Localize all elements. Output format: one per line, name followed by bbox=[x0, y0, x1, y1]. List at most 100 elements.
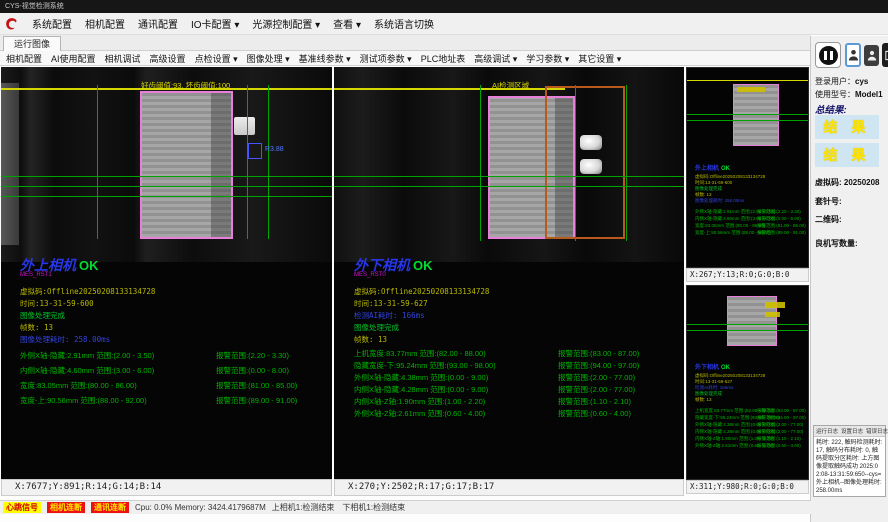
right-camera-image[interactable]: AI检测区域 bbox=[334, 67, 684, 262]
model-label: 使用型号： bbox=[815, 90, 855, 99]
app-logo-icon bbox=[4, 16, 19, 31]
window-titlebar: CYS-视觉检测系统 bbox=[0, 0, 888, 13]
alarm-range: 报警范围:(0.00 - 8.00) bbox=[216, 365, 289, 376]
toolbar-item[interactable]: 相机调试 bbox=[105, 52, 141, 65]
menu-item[interactable]: 查看 ▾ bbox=[333, 16, 361, 31]
log-tab[interactable]: 错误日志 bbox=[866, 427, 888, 435]
left-camera-view[interactable]: 好齿阈值:93, 坏齿阈值:100 R3.88 外上相机OK MES_RST1 … bbox=[1, 67, 332, 479]
log-text[interactable]: 耗时: 222, 触码检测耗时: 17, 触码分布耗时: 0, 触码提取分区耗时… bbox=[814, 437, 885, 497]
alarm-range: 报警范围:(89.00 - 91.00) bbox=[757, 230, 806, 236]
preview-top-camera[interactable]: 外上相机OK 虚拟码:Offline20250208133134728 时间:1… bbox=[686, 67, 809, 268]
left-measurement-row: 外侧X轴-隐藏:2.91mm 范围:(2.00 - 3.50) 报警范围:(2.… bbox=[20, 350, 320, 365]
preview1-camera-name: 外上相机 bbox=[695, 166, 719, 172]
toolbar-item[interactable]: PLC地址表 bbox=[421, 52, 466, 65]
menu-items: 系统配置相机配置通讯配置 IO卡配置 ▾ 光源控制配置 ▾ 查看 ▾ 系统语言切换 bbox=[32, 16, 434, 31]
needle-label: 套针号: bbox=[815, 197, 842, 206]
preview2-overlay-text-tag-2 bbox=[765, 312, 780, 317]
preview-bottom-camera[interactable]: 外下相机OK 虚拟码:Offline20250208133134728 时间:1… bbox=[686, 285, 809, 480]
alarm-range: 报警范围:(2.20 - 3.30) bbox=[216, 350, 289, 361]
left-virtual-code: 虚拟码:Offline20250208133134728 bbox=[20, 286, 155, 297]
log-tab[interactable]: 运行日志 bbox=[816, 427, 838, 435]
cpu-memory-text: Cpu: 0.0% Memory: 3424.4179687M bbox=[135, 503, 266, 512]
right-measure-vline-2 bbox=[575, 85, 576, 241]
toolbar-item[interactable]: 其它设置 ▾ bbox=[578, 52, 621, 65]
alarm-range: 报警范围:(2.00 - 77.00) bbox=[757, 422, 803, 428]
left-roi-blue bbox=[248, 143, 262, 159]
pause-icon bbox=[819, 46, 838, 65]
preview2-measurement-row: 外侧X轴-Z轴:2.61mm 范围:(0.60 - 4.00) 报警范围:(0.… bbox=[695, 443, 809, 450]
toolbar-item[interactable]: 高级设置 bbox=[150, 52, 186, 65]
preview2-measurement-row: 隐藏宽度-下:95.24mm 范围:(93.00 - 98.00) 报警范围:(… bbox=[695, 415, 809, 422]
toolbar-item[interactable]: 高级调试 ▾ bbox=[474, 52, 517, 65]
virtual-code-row: 虚拟码: 20250208 bbox=[815, 177, 880, 188]
toolbar-item[interactable]: 相机配置 bbox=[6, 52, 42, 65]
alarm-range: 报警范围:(0.00 - 8.00) bbox=[757, 216, 801, 222]
left-part-block bbox=[140, 91, 233, 239]
left-measurement-row: 宽度:83.05mm 范围:(80.00 - 86.00) 报警范围:(81.0… bbox=[20, 380, 320, 395]
qrcode-label: 二维码: bbox=[815, 215, 842, 224]
left-gray-band bbox=[1, 83, 19, 245]
preview1-measurement-row: 外侧X轴-隐藏:2.91mm 范围:(2.00 - 3.50) 报警范围:(2.… bbox=[695, 209, 809, 216]
measure-value: 内侧X轴-隐藏:4.60mm 范围:(3.00 - 6.00) bbox=[20, 365, 154, 376]
right-measurement-row: 内侧X轴-隐藏:4.28mm 范围:(0.00 - 9.00) 报警范围:(2.… bbox=[354, 384, 670, 396]
preview1-measurement-row: 内侧X轴-隐藏:4.60mm 范围:(3.00 - 6.00) 报警范围:(0.… bbox=[695, 216, 809, 223]
toolbar-item[interactable]: 学习参数 ▾ bbox=[526, 52, 569, 65]
right-time: 时间:13-31-59-627 bbox=[354, 298, 428, 309]
alarm-range: 报警范围:(2.00 - 77.00) bbox=[558, 372, 635, 383]
pause-button[interactable] bbox=[815, 42, 841, 68]
preview2-frames: 帧数: 13 bbox=[695, 397, 712, 403]
toolbar-item[interactable]: 基准线参数 ▾ bbox=[299, 52, 351, 65]
left-part-shade bbox=[211, 93, 231, 237]
toolbar-item[interactable]: 点检设置 ▾ bbox=[195, 52, 238, 65]
left-threshold-label: 好齿阈值:93, 坏齿阈值:100 bbox=[141, 80, 230, 91]
operator-button[interactable] bbox=[864, 45, 879, 66]
preview1-part-block bbox=[733, 84, 779, 146]
toolbar-item[interactable]: AI使用配置 bbox=[51, 52, 96, 65]
total-result-label: 总结果: bbox=[815, 102, 847, 116]
alarm-range: 报警范围:(1.10 - 2.10) bbox=[558, 396, 631, 407]
preview2-measurement-row: 内侧X轴-Z轴:1.90mm 范围:(1.00 - 2.20) 报警范围:(1.… bbox=[695, 436, 809, 443]
right-measure-line-2 bbox=[334, 186, 684, 187]
user-login-button[interactable] bbox=[845, 43, 861, 67]
status-bar: 心跳信号 相机连断 通讯连断 Cpu: 0.0% Memory: 3424.41… bbox=[0, 500, 811, 514]
result-box-2: 结 果 bbox=[815, 143, 879, 167]
measure-value: 外侧X轴-隐藏:4.38mm 范围:(0.00 - 9.00) bbox=[354, 372, 488, 383]
right-measurements: 上机宽度:83.77mm 范围:(82.00 - 88.00) 报警范围:(83… bbox=[354, 348, 670, 420]
exit-button[interactable] bbox=[882, 43, 888, 67]
operator-icon bbox=[867, 49, 877, 62]
preview1-measurements: 外侧X轴-隐藏:2.91mm 范围:(2.00 - 3.50) 报警范围:(2.… bbox=[695, 209, 809, 237]
log-tab[interactable]: 设置日志 bbox=[841, 427, 863, 435]
left-measurement-row: 内侧X轴-隐藏:4.60mm 范围:(3.00 - 6.00) 报警范围:(0.… bbox=[20, 365, 320, 380]
left-connector bbox=[234, 117, 255, 135]
window-title: CYS-视觉检测系统 bbox=[5, 3, 64, 10]
measure-value: 上机宽度:83.77mm 范围:(82.00 - 88.00) bbox=[354, 348, 486, 359]
measure-value: 宽度-上:90.56mm 范围:(88.00 - 92.00) bbox=[20, 395, 147, 406]
preview2-status: OK bbox=[721, 365, 730, 371]
menu-item[interactable]: 通讯配置 bbox=[138, 16, 178, 31]
alarm-range: 报警范围:(2.20 - 3.30) bbox=[757, 209, 801, 215]
tab-strip: 运行图像 bbox=[0, 35, 811, 51]
left-camera-image[interactable]: 好齿阈值:93, 坏齿阈值:100 R3.88 bbox=[1, 67, 332, 262]
left-measure-vline-1 bbox=[97, 85, 98, 239]
tab-run-image[interactable]: 运行图像 bbox=[3, 36, 61, 51]
toolbar-item[interactable]: 测试项参数 ▾ bbox=[360, 52, 412, 65]
preview2-green-line-2 bbox=[687, 330, 808, 331]
login-user-value: cys bbox=[855, 77, 868, 86]
toolbar-item[interactable]: 图像处理 ▾ bbox=[247, 52, 290, 65]
right-cursor-readout: X:270;Y:2502;R:17;G:17;B:17 bbox=[334, 479, 684, 496]
preview1-cursor-readout: X:267;Y:13;R:0;G:0;B:0 bbox=[686, 268, 809, 282]
alarm-range: 报警范围:(2.00 - 77.00) bbox=[757, 429, 803, 435]
right-camera-view[interactable]: AI检测区域 外下相机OK MES_RST0 虚拟码:Offline202502… bbox=[334, 67, 684, 479]
menu-item[interactable]: 相机配置 bbox=[85, 16, 125, 31]
menu-item[interactable]: 系统配置 bbox=[32, 16, 72, 31]
right-measurement-row: 外侧X轴-隐藏:4.38mm 范围:(0.00 - 9.00) 报警范围:(2.… bbox=[354, 372, 670, 384]
measure-value: 宽度:83.05mm 范围:(80.00 - 86.00) bbox=[20, 380, 137, 391]
right-frames: 帧数: 13 bbox=[354, 334, 387, 345]
menu-item[interactable]: 光源控制配置 ▾ bbox=[252, 16, 320, 31]
menu-item[interactable]: 系统语言切换 bbox=[374, 16, 434, 31]
alarm-range: 报警范围:(2.00 - 77.00) bbox=[558, 384, 635, 395]
preview2-measurements: 上机宽度:83.77mm 范围:(82.00 - 88.00) 报警范围:(83… bbox=[695, 408, 809, 450]
right-bright-feature-2 bbox=[580, 159, 602, 174]
menu-item[interactable]: IO卡配置 ▾ bbox=[191, 16, 239, 31]
toolbar: 相机配置 AI使用配置相机调试高级设置点检设置 ▾ 图像处理 ▾ 基准线参数 ▾ 测试项… bbox=[0, 51, 811, 66]
